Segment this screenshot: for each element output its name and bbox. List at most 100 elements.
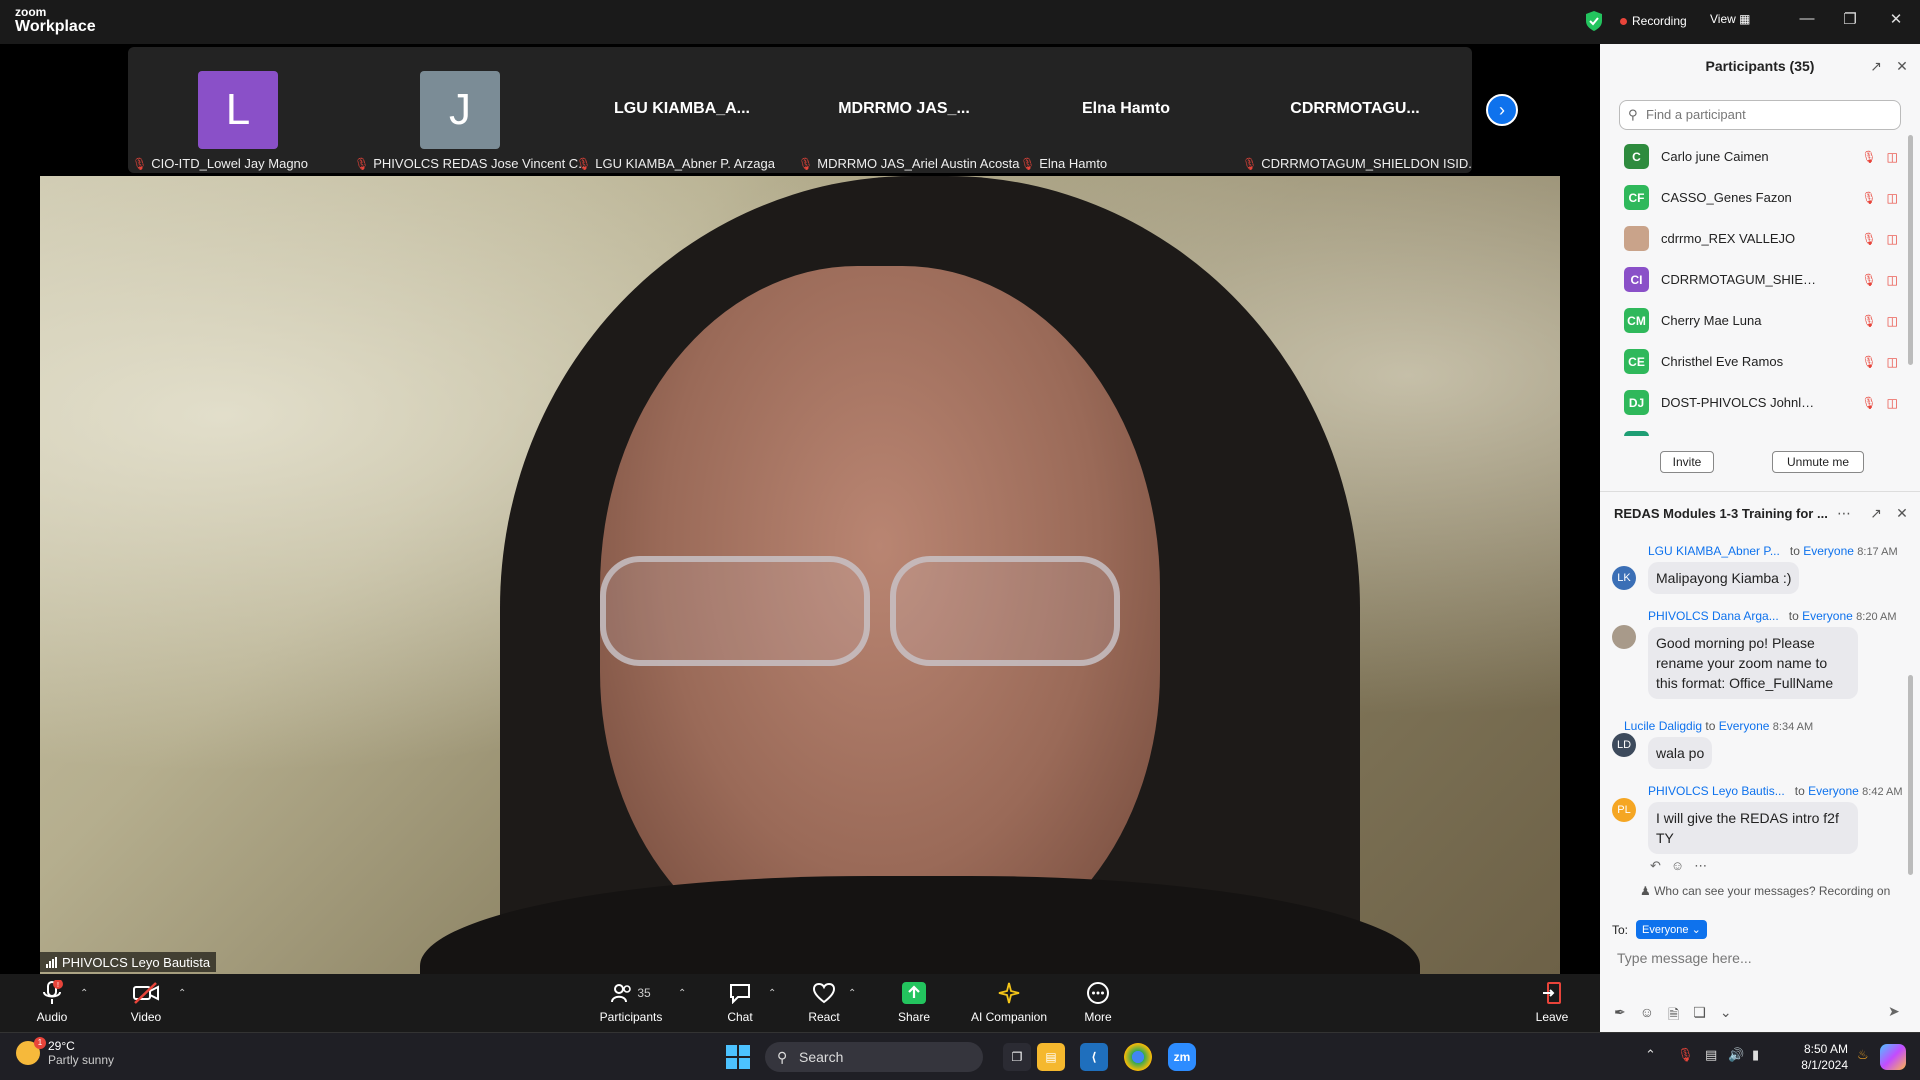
tile-name-label: 🎙 PHIVOLCS REDAS Jose Vincent C... [354, 156, 584, 171]
participants-options-caret-icon[interactable]: ⌃ [678, 988, 686, 999]
video-tile[interactable]: J 🎙 PHIVOLCS REDAS Jose Vincent C... [350, 47, 584, 173]
participant-row[interactable] [1600, 423, 1912, 436]
file-explorer-icon[interactable]: ▤ [1037, 1043, 1065, 1071]
sender-name[interactable]: PHIVOLCS Leyo Bautis... [1648, 784, 1785, 798]
emoji-react-icon[interactable]: ☺ [1671, 858, 1684, 874]
participant-search-input[interactable]: ⚲ Find a participant [1619, 100, 1901, 130]
reply-icon[interactable]: ↶ [1650, 858, 1661, 874]
audio-options-caret-icon[interactable]: ⌃ [80, 988, 88, 999]
muted-mic-icon[interactable]: 🎙 [1861, 150, 1876, 164]
share-button[interactable]: Share [892, 980, 936, 1024]
react-button[interactable]: React [802, 980, 846, 1024]
copilot-icon[interactable] [1880, 1044, 1906, 1070]
video-off-icon[interactable]: ◫ [1887, 355, 1898, 369]
muted-mic-icon[interactable]: 🎙 [1861, 232, 1876, 246]
send-icon[interactable]: ➤ [1888, 1003, 1900, 1020]
emoji-icon[interactable]: ☺ [1640, 1004, 1654, 1028]
video-options-caret-icon[interactable]: ⌃ [178, 988, 186, 999]
muted-mic-icon[interactable]: 🎙 [1861, 191, 1876, 205]
sender-name[interactable]: PHIVOLCS Dana Arga... [1648, 609, 1779, 623]
file-icon[interactable]: 🗎 [1668, 1004, 1679, 1028]
chat-button[interactable]: Chat [718, 980, 762, 1024]
vscode-icon[interactable]: ⟨ [1080, 1043, 1108, 1071]
participant-row[interactable]: cdrrmo_REX VALLEJO 🎙 ◫ [1600, 218, 1912, 259]
more-actions-icon[interactable]: ⋯ [1694, 858, 1707, 874]
video-button[interactable]: Video [124, 980, 168, 1024]
battery-icon[interactable]: ▮ [1752, 1047, 1759, 1063]
muted-mic-icon[interactable]: 🎙 [1861, 396, 1876, 410]
participant-row[interactable]: C Carlo june Caimen 🎙 ◫ [1600, 136, 1912, 177]
participant-row[interactable]: CE Christhel Eve Ramos 🎙 ◫ [1600, 341, 1912, 382]
chat-scrollbar[interactable] [1908, 675, 1913, 875]
popout-icon[interactable]: ↗ [1868, 58, 1884, 74]
chevron-down-icon[interactable]: ⌄ [1720, 1004, 1732, 1028]
chat-close-icon[interactable]: ✕ [1894, 505, 1910, 521]
video-tile[interactable]: LGU KIAMBA_A... 🎙 LGU KIAMBA_Abner P. Arz… [572, 47, 792, 173]
react-options-caret-icon[interactable]: ⌃ [848, 988, 856, 999]
close-window-icon[interactable]: ✕ [1884, 10, 1908, 30]
unmute-me-button[interactable]: Unmute me [1772, 451, 1864, 473]
to-label: to [1789, 544, 1800, 558]
message-bubble: wala po [1648, 737, 1713, 769]
microphone-in-use-icon[interactable]: 🎙 [1677, 1047, 1694, 1063]
participant-row[interactable]: CF CASSO_Genes Fazon 🎙 ◫ [1600, 177, 1912, 218]
minimize-icon[interactable]: — [1795, 10, 1819, 30]
encryption-shield-icon[interactable] [1584, 10, 1604, 32]
message-input[interactable]: Type message here... [1617, 950, 1752, 966]
video-tile[interactable]: L 🎙 CIO-ITD_Lowel Jay Magno [128, 47, 348, 173]
video-off-icon[interactable]: ◫ [1887, 314, 1898, 328]
ai-companion-button[interactable]: AI Companion [964, 980, 1054, 1024]
muted-mic-icon[interactable]: 🎙 [1861, 355, 1876, 369]
recipient-dropdown[interactable]: Everyone ⌄ [1636, 920, 1707, 939]
windows-start-icon[interactable] [726, 1045, 750, 1069]
avatar-initial: J [449, 85, 471, 134]
active-speaker-video[interactable] [40, 176, 1560, 974]
gallery-next-button[interactable]: › [1486, 94, 1518, 126]
more-button[interactable]: More [1076, 980, 1120, 1024]
sender-name[interactable]: LGU KIAMBA_Abner P... [1648, 544, 1780, 558]
video-off-icon[interactable]: ◫ [1887, 396, 1898, 410]
person-icon: ♟ [1640, 884, 1651, 898]
volume-icon[interactable]: 🔊 [1728, 1047, 1744, 1063]
weather-widget[interactable]: 1 29°C Partly sunny [16, 1037, 114, 1067]
taskbar-search[interactable]: ⚲ Search [765, 1042, 983, 1072]
network-icon[interactable]: ▤ [1705, 1047, 1717, 1063]
video-off-icon[interactable]: ◫ [1887, 150, 1898, 164]
chat-popout-icon[interactable]: ↗ [1868, 505, 1884, 521]
show-hidden-icons-icon[interactable]: ⌃ [1645, 1047, 1656, 1063]
muted-mic-icon[interactable]: 🎙 [1861, 273, 1876, 287]
system-clock[interactable]: 8:50 AM 8/1/2024 [1778, 1041, 1848, 1073]
video-off-icon[interactable]: ◫ [1887, 191, 1898, 205]
chat-visibility-notice[interactable]: ♟ Who can see your messages? Recording o… [1640, 884, 1890, 898]
participants-scrollbar[interactable] [1908, 135, 1913, 365]
format-text-icon[interactable]: ✒ [1614, 1004, 1626, 1028]
zoom-app-icon[interactable]: zm [1168, 1043, 1196, 1071]
chrome-icon[interactable] [1124, 1043, 1152, 1071]
screenshot-icon[interactable]: ❏ [1693, 1004, 1706, 1028]
notification-bell-icon[interactable]: ♨ [1857, 1047, 1869, 1063]
video-tile[interactable]: Elna Hamto 🎙 Elna Hamto [1016, 47, 1236, 173]
view-button[interactable]: View ▦ [1710, 12, 1750, 26]
video-off-icon[interactable]: ◫ [1887, 232, 1898, 246]
participant-row[interactable]: DJ DOST-PHIVOLCS Johnlery Dexi... 🎙 ◫ [1600, 382, 1912, 423]
video-tile[interactable]: MDRRMO JAS_... 🎙 MDRRMO JAS_Ariel Austin … [794, 47, 1020, 173]
sender-name[interactable]: Lucile Daligdig [1624, 719, 1702, 733]
chat-more-icon[interactable]: ⋯ [1836, 505, 1852, 521]
participants-button[interactable]: 35 Participants [596, 980, 666, 1024]
leave-button[interactable]: Leave [1530, 980, 1574, 1024]
audio-button[interactable]: ! Audio [30, 980, 74, 1024]
close-panel-icon[interactable]: ✕ [1894, 58, 1910, 74]
chat-options-caret-icon[interactable]: ⌃ [768, 988, 776, 999]
search-icon: ⚲ [777, 1049, 788, 1065]
notification-badge: 1 [34, 1037, 46, 1049]
to-label: to [1794, 784, 1805, 798]
participant-row[interactable]: CM Cherry Mae Luna 🎙 ◫ [1600, 300, 1912, 341]
recording-indicator[interactable]: Recording [1620, 14, 1687, 28]
participant-row[interactable]: CI CDRRMOTAGUM_SHIELDON ISI... 🎙 ◫ [1600, 259, 1912, 300]
video-off-icon[interactable]: ◫ [1887, 273, 1898, 287]
invite-button[interactable]: Invite [1660, 451, 1714, 473]
restore-icon[interactable]: ❐ [1838, 10, 1862, 30]
task-view-icon[interactable]: ❐ [1003, 1043, 1031, 1071]
video-tile[interactable]: CDRRMOTAGU... 🎙 CDRRMOTAGUM_SHIELDON ISID… [1238, 47, 1472, 173]
muted-mic-icon[interactable]: 🎙 [1861, 314, 1876, 328]
